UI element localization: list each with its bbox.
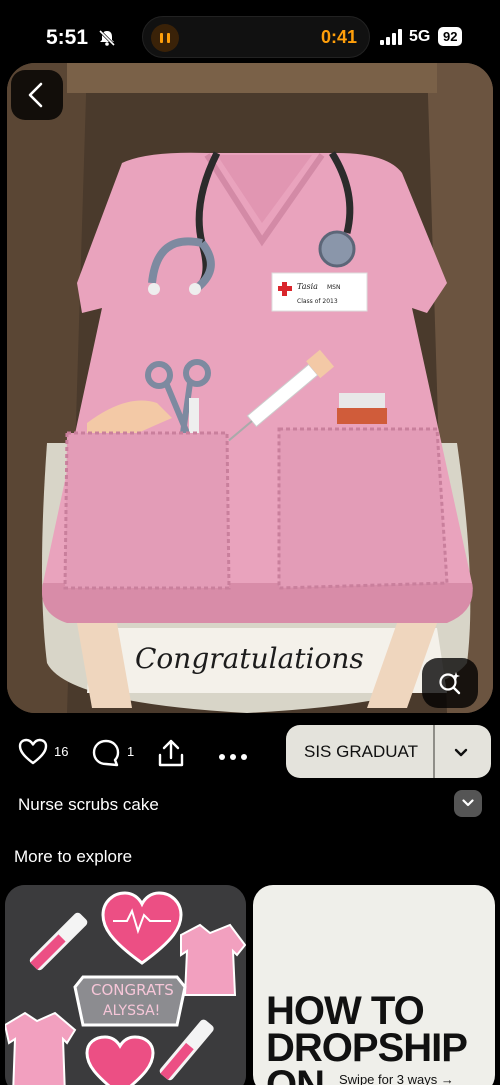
recording-time: 0:41 [320, 27, 357, 47]
bell-muted-icon [98, 29, 116, 51]
comment-button[interactable] [91, 738, 121, 773]
status-time: 5:51 [46, 26, 89, 49]
badge-name: Tasia [297, 282, 318, 291]
comment-icon [92, 739, 120, 767]
chevron-left-icon [28, 82, 43, 108]
heart-icon [18, 738, 48, 765]
chevron-down-icon[interactable] [454, 745, 468, 763]
cake-message: Congratulations [135, 642, 364, 675]
pause-recording-icon[interactable] [151, 24, 179, 52]
save-to-board-button[interactable]: SIS GRADUAT [286, 725, 491, 778]
chevron-down-icon [462, 799, 474, 807]
battery-indicator: 92 [438, 27, 463, 46]
share-icon [158, 739, 184, 767]
like-count: 16 [54, 744, 69, 759]
pin-title: Nurse scrubs cake [18, 795, 159, 814]
like-button[interactable] [18, 738, 48, 771]
signal-icon [380, 29, 404, 45]
network-type: 5G [409, 28, 431, 45]
share-button[interactable] [157, 738, 185, 773]
board-divider [433, 725, 435, 778]
back-button[interactable] [11, 70, 63, 120]
expand-details-button[interactable] [454, 790, 482, 817]
more-options-button[interactable] [218, 748, 248, 766]
badge-class: Class of 2013 [297, 298, 338, 305]
ellipsis-icon [219, 754, 247, 760]
cookie-text-congrats: CONGRATS [91, 981, 174, 999]
visual-search-button[interactable] [422, 658, 478, 708]
explore-pin-dropship-ad[interactable]: HOW TO DROPSHIP ON Swipe for 3 ways → [253, 885, 495, 1085]
board-name: SIS GRADUAT [304, 742, 418, 761]
ad-subtext: Swipe for 3 ways → [339, 1072, 454, 1085]
comment-count: 1 [127, 744, 135, 759]
status-bar: 5:51 0:41 5G 92 [0, 0, 500, 72]
badge-suffix: MSN [327, 284, 340, 291]
cookie-text-name: ALYSSA! [103, 1003, 160, 1019]
pin-image[interactable]: Tasia MSN Class of 2013 Congratulations [7, 63, 493, 713]
more-to-explore-heading: More to explore [14, 847, 133, 866]
explore-pin-cookies[interactable]: CONGRATS ALYSSA! [5, 885, 246, 1085]
dynamic-island[interactable]: 0:41 [142, 16, 370, 58]
cookies-image: CONGRATS ALYSSA! [5, 885, 246, 1085]
lens-search-icon [439, 672, 461, 695]
